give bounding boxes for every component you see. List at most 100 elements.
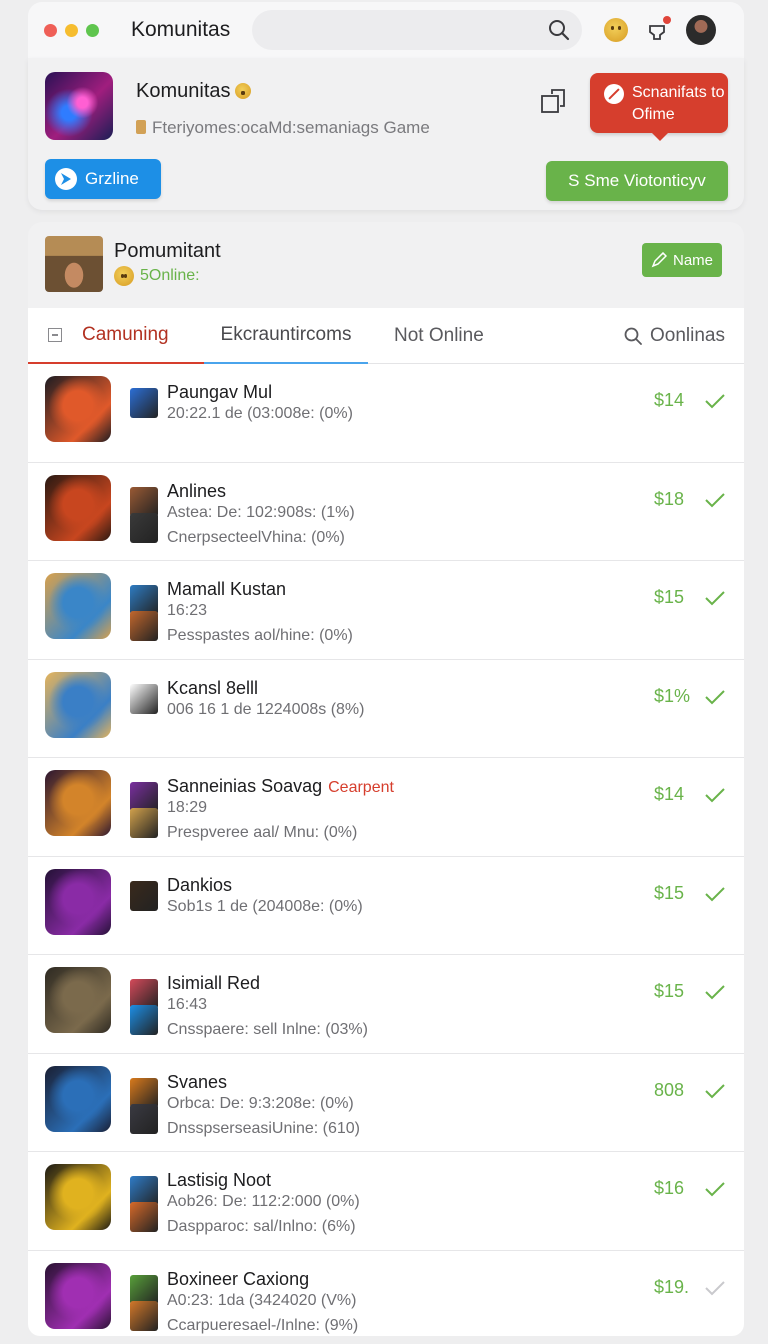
check-icon[interactable] <box>704 589 726 607</box>
game-price: $16 <box>654 1178 685 1198</box>
game-title: Mamall Kustan <box>167 579 287 599</box>
check-icon[interactable] <box>704 786 726 804</box>
game-title: Anlines <box>167 480 227 501</box>
game-list: Paungav Mul 20:22.1 de (03:008e: (0%) $1… <box>28 364 744 1336</box>
tag-icon <box>136 120 146 134</box>
search-icon <box>624 327 642 345</box>
list-item[interactable]: Lastisig Noot Aob26: De: 112:2:000 (0%) … <box>28 1152 744 1251</box>
game-price: $18 <box>654 488 685 509</box>
send-icon <box>55 168 77 190</box>
game-price: $15 <box>654 981 685 1001</box>
check-icon[interactable] <box>704 688 726 706</box>
search-icon[interactable] <box>548 19 570 41</box>
game-icon <box>45 1065 111 1132</box>
game-title: Svanes <box>167 1071 228 1092</box>
notification-icon[interactable] <box>646 16 672 42</box>
game-title: Dankios <box>167 874 233 895</box>
app-title: Komunitas <box>131 18 231 41</box>
game-price: $14 <box>654 784 685 804</box>
game-detail: 006 16 1 de 1224008s (8%) <box>167 700 365 718</box>
game-icon <box>45 474 111 541</box>
game-detail: 18:29 <box>167 799 208 816</box>
game-icon <box>45 573 111 639</box>
online-button[interactable]: Grzline <box>45 159 161 199</box>
maximize-window-button[interactable] <box>86 23 99 37</box>
share-icon[interactable] <box>540 88 568 114</box>
list-icon <box>48 328 62 342</box>
game-price: $19. <box>654 1276 690 1297</box>
game-icon <box>45 770 111 836</box>
list-item[interactable]: Paungav Mul 20:22.1 de (03:008e: (0%) $1… <box>28 364 744 463</box>
game-title: Boxineer Caxiong <box>167 1268 310 1289</box>
emoji-icon[interactable] <box>604 18 629 42</box>
check-icon[interactable] <box>704 1279 726 1297</box>
community-game-icon <box>45 72 113 140</box>
game-title: Kcansl 8elll <box>167 677 259 698</box>
game-price: $14 <box>654 390 685 410</box>
game-title: Lastisig Noot <box>167 1170 272 1190</box>
game-icon <box>45 967 111 1033</box>
list-item[interactable]: Anlines Astea: De: 102:908s: (1%) Cnerps… <box>28 463 744 561</box>
mini-game-icon <box>130 1005 158 1035</box>
mini-game-icon <box>130 611 158 641</box>
game-detail: A0:23: 1da (3424020 (V%) <box>167 1291 357 1309</box>
go-offline-callout-button[interactable]: Scnanifats to Ofime <box>590 73 728 141</box>
check-icon[interactable] <box>704 1082 726 1100</box>
tab-ekcrauntircoms[interactable]: Ekcrauntircoms <box>204 308 368 364</box>
mini-game-icon <box>130 1103 158 1134</box>
game-icon <box>45 868 111 935</box>
check-icon[interactable] <box>704 392 726 410</box>
list-item[interactable]: Isimiall Red 16:43 Cnsspaere: sell Inlne… <box>28 955 744 1054</box>
mini-game-icon <box>130 808 158 838</box>
tab-not-online[interactable]: Not Online <box>394 308 484 364</box>
community-subtitle: Fteriyomes:ocaMd:semaniags Game <box>136 118 430 138</box>
emoji-icon <box>114 266 134 286</box>
mini-game-icon <box>130 880 158 911</box>
tab-camuning[interactable]: Camuning <box>28 308 204 364</box>
visit-button[interactable]: S Sme Viotonticyv <box>546 161 728 201</box>
game-price: $15 <box>654 587 685 607</box>
game-detail-secondary: Ccarpueresael-/Inlne: (9%) <box>167 1316 359 1334</box>
mini-game-icon <box>130 1300 158 1331</box>
game-tag: Cearpent <box>328 779 394 796</box>
game-detail: 16:43 <box>167 996 208 1013</box>
list-item[interactable]: Dankios Sob1s 1 de (204008e: (0%) $15 <box>28 857 744 955</box>
community-title: Komunitas <box>136 80 251 103</box>
check-icon[interactable] <box>704 1180 726 1198</box>
profile-avatar[interactable] <box>45 236 103 292</box>
game-detail: Astea: De: 102:908s: (1%) <box>167 503 355 521</box>
game-detail-secondary: Cnsspaere: sell Inlne: (03%) <box>167 1021 368 1038</box>
list-item[interactable]: Svanes Orbca: De: 9:3:208e: (0%) Dnsspse… <box>28 1054 744 1152</box>
profile-status: 5Online: <box>114 266 200 286</box>
title-bar: Komunitas <box>28 2 744 58</box>
list-item[interactable]: Kcansl 8elll 006 16 1 de 1224008s (8%) $… <box>28 660 744 758</box>
game-icon <box>45 1262 111 1329</box>
game-detail-secondary: Daspparoc: sal/Inlno: (6%) <box>167 1218 356 1235</box>
profile-card: Pomumitant 5Online: Name <box>28 222 744 308</box>
game-icon <box>45 1164 111 1230</box>
game-detail-secondary: CnerpsecteelVhina: (0%) <box>167 528 345 546</box>
game-detail-secondary: DnsspserseasiUnine: (610) <box>167 1119 360 1137</box>
search-input[interactable] <box>252 10 583 50</box>
mini-game-icon <box>130 1202 158 1232</box>
game-detail: 16:23 <box>167 602 208 619</box>
tab-oonlinas[interactable]: Oonlinas <box>624 308 725 364</box>
check-icon[interactable] <box>704 491 726 509</box>
game-detail-secondary: Pesspastes aol/hine: (0%) <box>167 627 353 644</box>
mini-game-icon <box>130 388 158 418</box>
list-item[interactable]: Boxineer Caxiong A0:23: 1da (3424020 (V%… <box>28 1251 744 1337</box>
game-price: $15 <box>654 882 685 903</box>
game-detail: Aob26: De: 112:2:000 (0%) <box>167 1193 360 1210</box>
notification-badge <box>663 16 672 24</box>
user-avatar[interactable] <box>686 15 717 45</box>
check-icon[interactable] <box>704 885 726 903</box>
list-item[interactable]: Sanneinias Soavag Cearpent 18:29 Prespver… <box>28 758 744 857</box>
mini-game-icon <box>130 683 158 714</box>
minimize-window-button[interactable] <box>65 23 78 37</box>
edit-name-button[interactable]: Name <box>642 243 722 277</box>
game-icon <box>45 671 111 738</box>
list-item[interactable]: Mamall Kustan 16:23 Pesspastes aol/hine:… <box>28 561 744 660</box>
check-icon[interactable] <box>704 983 726 1001</box>
game-title: Paungav Mul <box>167 382 273 402</box>
close-window-button[interactable] <box>44 23 57 37</box>
